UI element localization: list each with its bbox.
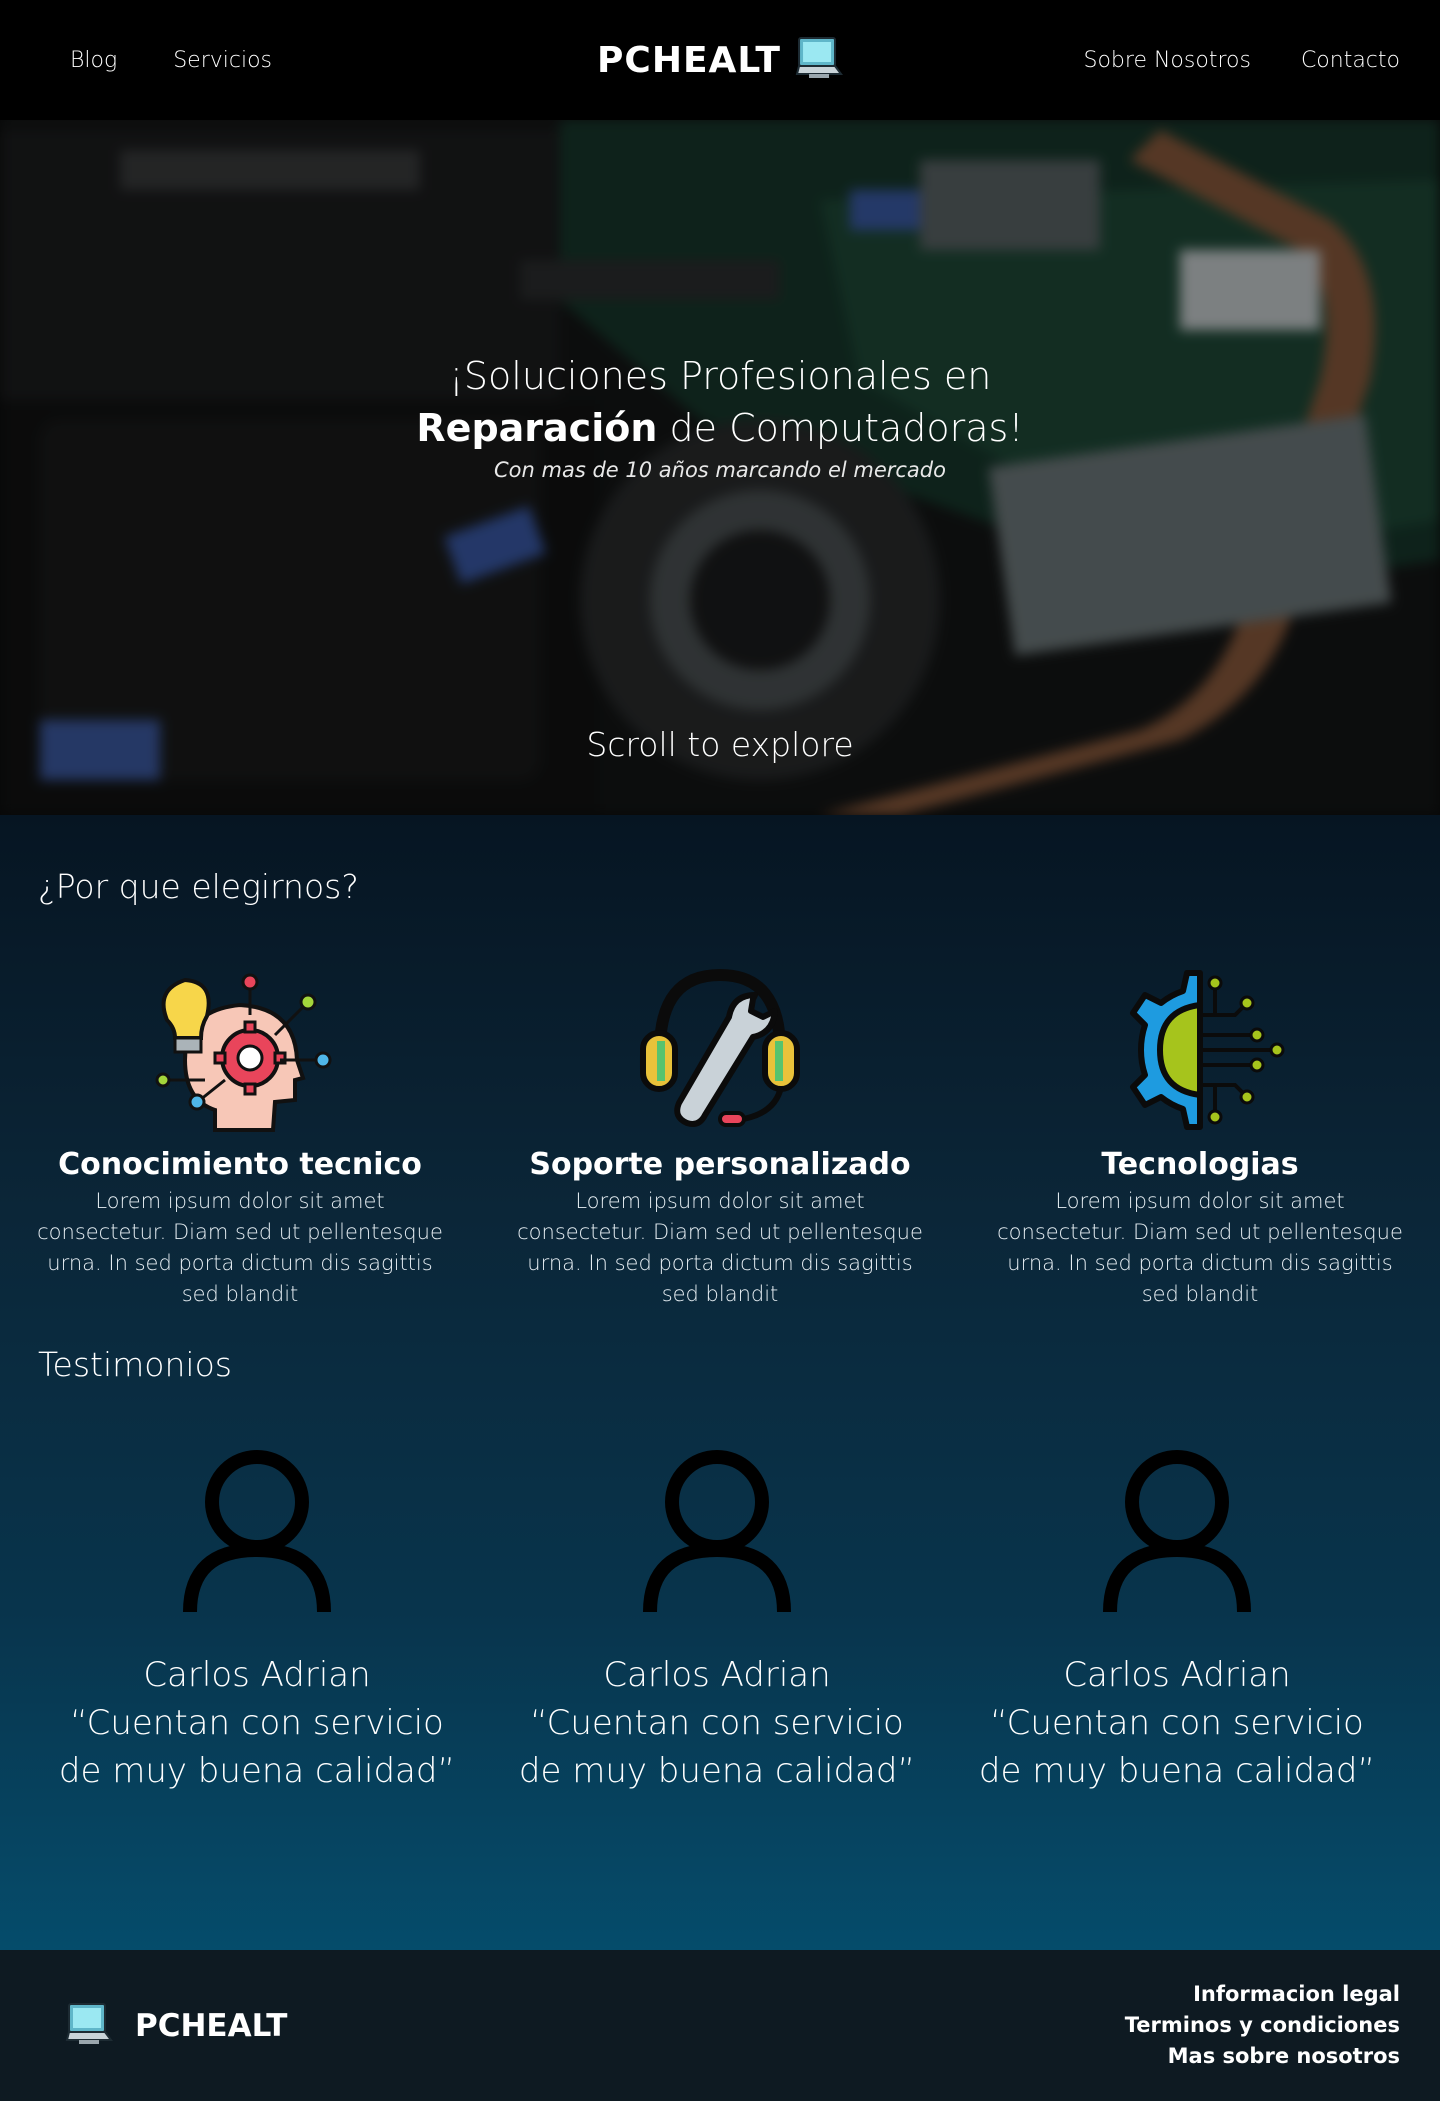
nav-left: Blog Servicios [70,48,272,73]
brain-gear-icon [145,955,335,1145]
brand-logo[interactable]: PCHEALT [597,36,843,84]
feature-card: Conocimiento tecnico Lorem ipsum dolor s… [0,955,480,1310]
user-avatar-icon [182,1445,332,1615]
footer-brand[interactable]: PCHEALT [65,2002,287,2050]
nav-link-sobre-nosotros[interactable]: Sobre Nosotros [1084,48,1251,73]
feature-description: Lorem ipsum dolor sit amet consectetur. … [997,1189,1403,1306]
nav-link-servicios[interactable]: Servicios [173,48,272,73]
hero-subtitle: Con mas de 10 años marcando el mercado [494,458,946,482]
footer: PCHEALT Informacion legal Terminos y con… [0,1950,1440,2101]
testimonials-row: Carlos Adrian “Cuentan con servicio de m… [0,1445,1440,1795]
hero-title-rest: de Computadoras! [657,406,1024,450]
brand-name: PCHEALT [597,39,781,81]
user-avatar-icon [642,1445,792,1615]
testimonial-quote: “Cuentan con servicio de muy buena calid… [978,1703,1376,1791]
feature-card: Soporte personalizado Lorem ipsum dolor … [480,955,960,1310]
testimonial-name: Carlos Adrian [603,1655,831,1695]
feature-title: Soporte personalizado [529,1147,911,1182]
hero-section: ¡Soluciones Profesionales en Reparación … [0,0,1440,815]
testimonials-title: Testimonios [38,1345,232,1384]
footer-link-informacion-legal[interactable]: Informacion legal [1125,1981,1400,2008]
top-navbar: Blog Servicios PCHEALT Sobre Nosotros Co… [0,0,1440,120]
feature-title: Conocimiento tecnico [58,1147,422,1182]
headset-wrench-icon [625,955,815,1145]
features-row: Conocimiento tecnico Lorem ipsum dolor s… [0,955,1440,1310]
feature-description: Lorem ipsum dolor sit amet consectetur. … [37,1189,443,1306]
hero-title-bold: Reparación [416,406,658,450]
content-section: ¿Por que elegirnos? Conocimiento tecnico… [0,815,1440,1950]
scroll-to-explore[interactable]: Scroll to explore [0,725,1440,764]
testimonial-card: Carlos Adrian “Cuentan con servicio de m… [487,1445,947,1795]
why-choose-us-title: ¿Por que elegirnos? [38,867,359,906]
nav-right: Sobre Nosotros Contacto [1084,48,1401,73]
footer-brand-name: PCHEALT [135,2007,288,2044]
feature-card: Tecnologias Lorem ipsum dolor sit amet c… [960,955,1440,1310]
testimonial-name: Carlos Adrian [1063,1655,1291,1695]
computer-icon [65,2002,113,2050]
feature-title: Tecnologias [1101,1147,1299,1182]
feature-description: Lorem ipsum dolor sit amet consectetur. … [517,1189,923,1306]
testimonial-name: Carlos Adrian [143,1655,371,1695]
nav-link-contacto[interactable]: Contacto [1301,48,1400,73]
testimonial-card: Carlos Adrian “Cuentan con servicio de m… [27,1445,487,1795]
nav-link-blog[interactable]: Blog [70,48,117,73]
computer-icon [795,36,843,84]
tech-gear-circuit-icon [1105,955,1295,1145]
testimonial-card: Carlos Adrian “Cuentan con servicio de m… [947,1445,1407,1795]
user-avatar-icon [1102,1445,1252,1615]
footer-links: Informacion legal Terminos y condiciones… [1125,1981,1400,2070]
hero-title-line1: ¡Soluciones Profesionales en [448,354,992,398]
hero-title-line2: Reparación de Computadoras! [0,402,1440,454]
hero-heading: ¡Soluciones Profesionales en Reparación … [0,350,1440,482]
footer-link-terminos[interactable]: Terminos y condiciones [1125,2012,1400,2039]
testimonial-quote: “Cuentan con servicio de muy buena calid… [518,1703,916,1791]
footer-link-sobre-nosotros[interactable]: Mas sobre nosotros [1125,2043,1400,2070]
testimonial-quote: “Cuentan con servicio de muy buena calid… [58,1703,456,1791]
